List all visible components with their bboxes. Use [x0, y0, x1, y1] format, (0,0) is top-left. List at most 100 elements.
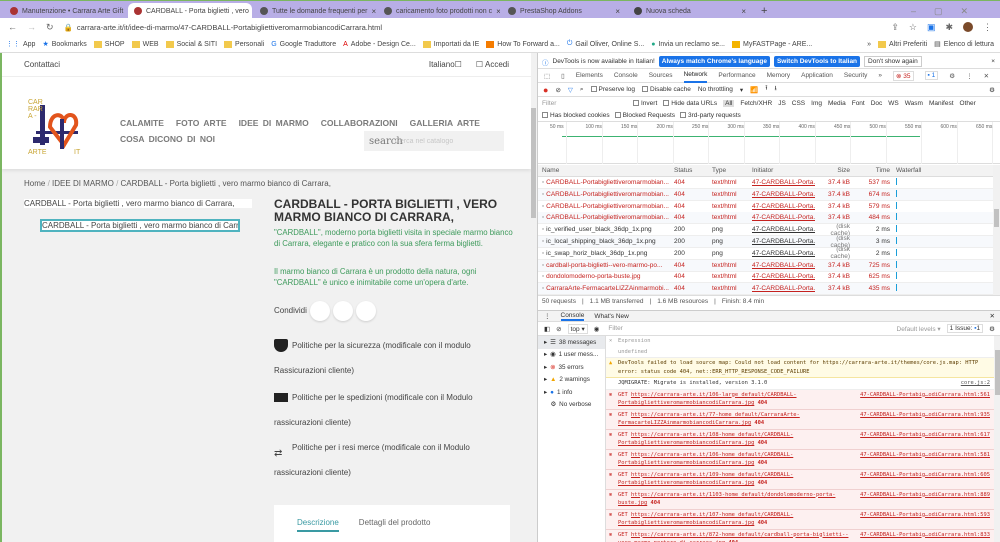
bookmark-folder[interactable]: Importati da IE	[422, 40, 479, 48]
other-bookmarks[interactable]: Altri Preferiti	[878, 40, 927, 48]
network-row[interactable]: ▫ CARDBALL-Portabigliettiveromarmobian..…	[538, 177, 993, 189]
wifi-icon[interactable]: 📶	[750, 86, 758, 94]
dont-show-again-button[interactable]: Don't show again	[864, 56, 922, 67]
network-row[interactable]: ▫ CARDBALL-Portabigliettiveromarmobian..…	[538, 201, 993, 213]
clear-icon[interactable]: ⊘	[555, 86, 560, 94]
type-filter[interactable]: Doc	[871, 100, 883, 107]
site-logo[interactable]: CAR RAR A - ARTE IT	[28, 97, 88, 157]
request-initiator[interactable]: 47-CARDBALL-Porta...	[749, 285, 815, 292]
type-filter[interactable]: Media	[828, 100, 846, 107]
network-row[interactable]: ▫ dondolomoderno-porta-buste.jpg 404 text/…	[538, 271, 993, 284]
network-row[interactable]: ▫ CARDBALL-Portabigliettiveromarmobian..…	[538, 212, 993, 225]
type-filter[interactable]: JS	[778, 100, 786, 107]
nav-cosa-dicono[interactable]: COSA DICONO DI NOI	[120, 134, 215, 144]
new-tab-button[interactable]: +	[755, 3, 773, 19]
url-field[interactable]: 🔒 carrara-arte.it/it/idee-di-marmo/47-CAR…	[64, 20, 882, 34]
sidebar-toggle-icon[interactable]: ◧	[544, 325, 550, 333]
network-row[interactable]: ▫ ic_verified_user_black_36dp_1x.png 200 p…	[538, 223, 993, 237]
tab-performance[interactable]: Performance	[718, 72, 755, 79]
record-icon[interactable]: ●	[543, 85, 548, 95]
tab-network[interactable]: Network	[683, 69, 708, 83]
error-source-link[interactable]: 47-CARDBALL-Portabig…odiCarrara.html:605	[860, 471, 990, 480]
message-count-badge[interactable]: ▪ 1	[924, 71, 939, 80]
close-tab-icon[interactable]: ×	[615, 7, 620, 16]
type-filter[interactable]: Img	[811, 100, 822, 107]
scrollbar-thumb[interactable]	[995, 350, 1000, 395]
hide-data-urls-checkbox[interactable]: Hide data URLs	[663, 100, 717, 107]
kebab-menu-icon[interactable]: ⋮	[966, 72, 973, 80]
maximize-icon[interactable]: ▢	[934, 6, 943, 17]
close-tab-icon[interactable]: ×	[371, 7, 376, 16]
search-icon[interactable]: ⌕	[580, 86, 584, 94]
request-initiator[interactable]: 47-CARDBALL-Porta...	[749, 226, 815, 233]
column-status[interactable]: Status	[671, 167, 709, 174]
browser-tab[interactable]: Manutenzione • Carrara Arte Gift×	[4, 3, 126, 19]
bookmark-item[interactable]: A Adobe - Design Ce...	[343, 41, 416, 48]
bookmark-folder[interactable]: SHOP	[93, 40, 125, 48]
bookmark-item[interactable]: ⏻ Gail Oliver, Online S...	[567, 40, 644, 48]
request-initiator[interactable]: 47-CARDBALL-Porta...	[749, 250, 815, 257]
download-icon[interactable]: ⭳	[775, 84, 777, 95]
expression-input[interactable]: Expression	[618, 338, 650, 344]
bookmark-folder[interactable]: Social & SITI	[165, 40, 217, 48]
sidebar-verbose[interactable]: ⚙ No verbose	[538, 399, 605, 412]
drawer-tab-whats-new[interactable]: What's New	[594, 313, 628, 320]
network-scrollbar[interactable]	[993, 165, 1000, 295]
network-row[interactable]: ▫ CarraraArte-FermacarteLIZZAinmarmobi..…	[538, 283, 993, 296]
error-source-link[interactable]: 47-CARDBALL-Portabig…odiCarrara.html:935	[860, 411, 990, 420]
request-initiator[interactable]: 47-CARDBALL-Porta...	[749, 238, 815, 245]
throttling-select[interactable]: No throttling	[698, 86, 733, 93]
tab-console[interactable]: Console	[614, 72, 638, 79]
tab-memory[interactable]: Memory	[767, 72, 790, 79]
close-tab-icon[interactable]: ×	[496, 7, 500, 16]
minimize-icon[interactable]: –	[911, 6, 916, 16]
star-icon[interactable]: ☆	[909, 22, 917, 33]
puzzle-icon[interactable]: ✱	[945, 22, 953, 33]
type-filter[interactable]: Manifest	[929, 100, 954, 107]
breadcrumb-category[interactable]: IDEE DI MARMO	[52, 179, 114, 188]
device-icon[interactable]: ▯	[561, 72, 565, 80]
bookmark-folder[interactable]: WEB	[131, 40, 159, 48]
sidebar-user-messages[interactable]: ▸ ◉ 1 user mess...	[538, 349, 605, 362]
upload-icon[interactable]: ⭱	[765, 84, 767, 95]
nav-foto-arte[interactable]: FOTO ARTE	[176, 118, 227, 128]
bookmark-item[interactable]: G Google Traduttore	[271, 41, 336, 48]
product-thumbnail[interactable]: CARDBALL - Porta biglietti , vero marmo …	[40, 219, 240, 232]
avatar[interactable]	[963, 22, 973, 32]
switch-language-button[interactable]: Switch DevTools to Italian	[773, 56, 861, 67]
error-url[interactable]: https://carrara-arte.it/77-home_default/…	[618, 412, 800, 427]
network-timeline[interactable]: 50 ms 100 ms 150 ms 200 ms 250 ms 300 ms 350 m…	[538, 122, 1000, 164]
error-source-link[interactable]: 47-CARDBALL-Portabig…odiCarrara.html:561	[860, 391, 990, 400]
clear-console-icon[interactable]: ⊘	[556, 325, 561, 333]
third-party-checkbox[interactable]: 3rd-party requests	[680, 112, 741, 119]
bookmark-item[interactable]: ★ Bookmarks	[42, 40, 86, 49]
nav-idee-di-marmo[interactable]: IDEE DI MARMO	[239, 118, 309, 128]
close-drawer-icon[interactable]: ✕	[990, 312, 995, 320]
sidebar-errors[interactable]: ▸ ⊗ 35 errors	[538, 361, 605, 374]
column-time[interactable]: Time	[853, 167, 893, 174]
forward-icon[interactable]: →	[27, 22, 36, 32]
nav-galleria-arte[interactable]: GALLERIA ARTE	[410, 118, 480, 128]
share-twitter-button[interactable]	[332, 301, 353, 321]
type-filter[interactable]: Other	[960, 100, 976, 107]
console-filter-input[interactable]: Filter	[605, 325, 890, 332]
type-filter-all[interactable]: All	[723, 100, 735, 107]
close-tab-icon[interactable]: ×	[741, 7, 746, 16]
breadcrumb-home[interactable]: Home	[24, 179, 45, 188]
reload-icon[interactable]: ↻	[46, 22, 54, 33]
column-waterfall[interactable]: Waterfall	[893, 167, 993, 174]
error-url[interactable]: https://carrara-arte.it/106-large_defaul…	[618, 392, 797, 407]
browser-tab[interactable]: Nuova scheda ×	[628, 3, 752, 19]
more-bookmarks-button[interactable]: »	[867, 41, 871, 48]
drawer-tab-console[interactable]: Console	[560, 312, 585, 321]
scrollbar-thumb[interactable]	[994, 209, 999, 227]
type-filter[interactable]: WS	[888, 100, 898, 107]
sidebar-messages[interactable]: ▸ ☰ 38 messages	[538, 336, 605, 349]
levels-select[interactable]: Default levels ▾	[897, 325, 941, 333]
network-row[interactable]: ▫ CARDBALL-Portabigliettiveromarmobian..…	[538, 188, 993, 201]
disable-cache-checkbox[interactable]: Disable cache	[642, 86, 691, 93]
match-language-button[interactable]: Always match Chrome's language	[658, 56, 770, 67]
column-type[interactable]: Type	[709, 167, 749, 174]
bookmark-item[interactable]: ● Invia un reclamo se...	[651, 41, 725, 48]
tab-sources[interactable]: Sources	[649, 72, 673, 79]
